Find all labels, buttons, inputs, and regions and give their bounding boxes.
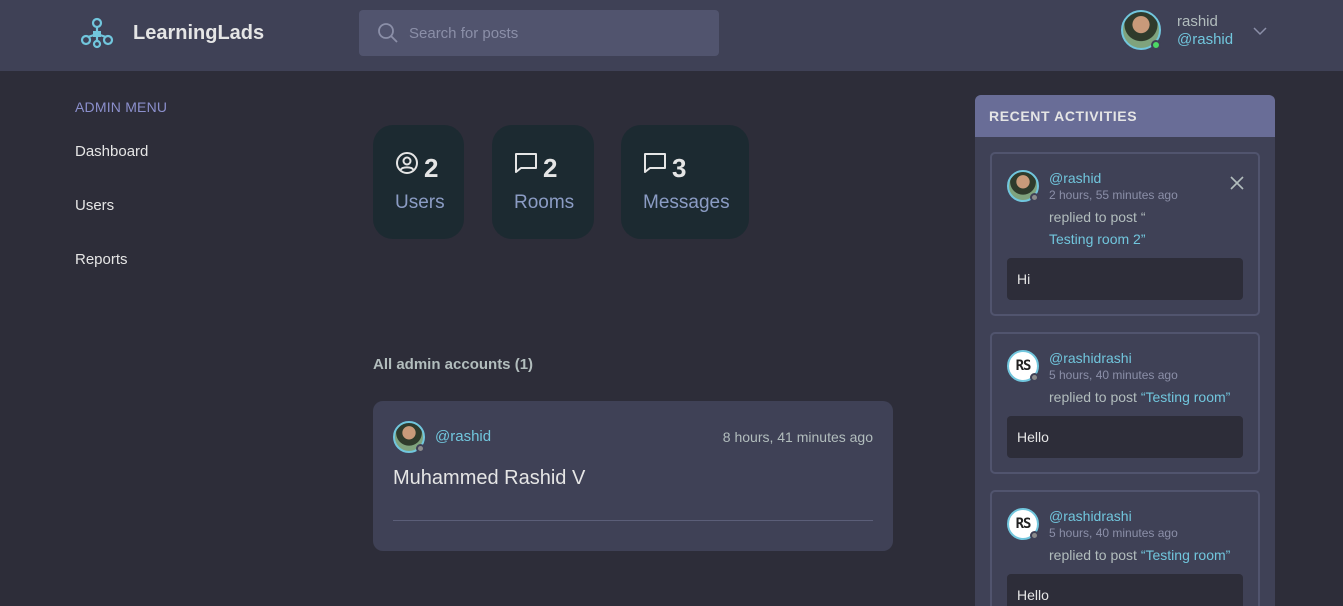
stat-count: 2 (543, 153, 558, 183)
activity-item: @rashid 2 hours, 55 minutes ago replied … (990, 152, 1260, 316)
user-menu[interactable]: rashid @rashid (1121, 10, 1271, 52)
post-link-quote: ” (1140, 231, 1146, 247)
post-link[interactable]: Testing room 2 (1049, 231, 1141, 247)
avatar-initials-graphic: RS (1015, 516, 1032, 532)
chat-bubble-icon (515, 153, 537, 173)
search-input[interactable] (409, 10, 709, 56)
activity-description: replied to post “Testing room” (1049, 386, 1254, 408)
activity-timestamp: 2 hours, 55 minutes ago (1049, 188, 1178, 202)
activity-description: replied to post “Testing room” (1049, 544, 1254, 566)
stat-card-rooms[interactable]: 2 Rooms (492, 125, 594, 239)
activity-message-text: Hi (1017, 271, 1031, 287)
account-timestamp: 8 hours, 41 minutes ago (722, 429, 873, 445)
top-header: LearningLads rashid @rashid (0, 0, 1343, 71)
activity-item: RS @rashidrashi 5 hours, 40 minutes ago … (990, 490, 1260, 606)
sidebar-item-reports[interactable]: Reports (75, 251, 128, 268)
sidebar-item-users[interactable]: Users (75, 197, 114, 214)
stat-label: Rooms (514, 192, 575, 213)
activity-message-text: Hello (1017, 429, 1049, 445)
activity-message: Hi (1007, 258, 1243, 300)
stat-label: Users (395, 192, 445, 213)
stat-label: Messages (643, 192, 730, 213)
account-full-name: Muhammed Rashid V (393, 467, 586, 489)
activity-message: Hello (1007, 416, 1243, 458)
close-icon[interactable] (1230, 176, 1244, 190)
activity-action: replied to post (1049, 547, 1141, 563)
avatar[interactable] (393, 421, 425, 453)
accounts-title: All admin accounts (1) (373, 356, 534, 373)
avatar[interactable]: RS (1007, 350, 1039, 382)
activity-handle-link[interactable]: @rashidrashi (1049, 508, 1132, 524)
user-circle-icon (396, 152, 418, 174)
activity-timestamp: 5 hours, 40 minutes ago (1049, 368, 1178, 382)
sidebar-item-dashboard[interactable]: Dashboard (75, 143, 148, 160)
avatar[interactable]: RS (1007, 508, 1039, 540)
activities-title: RECENT ACTIVITIES (989, 108, 1138, 124)
admin-menu-title: ADMIN MENU (75, 99, 168, 115)
activity-message-text: Hello (1017, 587, 1049, 603)
post-link[interactable]: “Testing room” (1141, 389, 1230, 405)
activity-timestamp: 5 hours, 40 minutes ago (1049, 526, 1178, 540)
status-dot (416, 444, 425, 453)
stat-card-users[interactable]: 2 Users (373, 125, 464, 239)
activity-handle-link[interactable]: @rashid (1049, 170, 1101, 186)
stat-card-messages[interactable]: 3 Messages (621, 125, 749, 239)
logo[interactable]: LearningLads (80, 16, 264, 50)
account-card: @rashid 8 hours, 41 minutes ago Muhammed… (373, 401, 893, 551)
divider (393, 520, 873, 521)
status-dot (1030, 193, 1039, 202)
recent-activities-panel: RECENT ACTIVITIES @rashid 2 hours, 55 mi… (975, 95, 1275, 606)
activity-action: replied to post “ (1049, 209, 1146, 225)
activity-handle-link[interactable]: @rashidrashi (1049, 350, 1132, 366)
search-icon (378, 23, 398, 43)
activity-message: Hello (1007, 574, 1243, 606)
online-status-dot (1151, 40, 1161, 50)
user-name: rashid (1177, 13, 1218, 30)
chevron-down-icon[interactable] (1251, 22, 1269, 40)
avatar (1121, 10, 1161, 50)
activity-action: replied to post (1049, 389, 1141, 405)
activity-item: RS @rashidrashi 5 hours, 40 minutes ago … (990, 332, 1260, 474)
stat-count: 2 (424, 153, 439, 183)
status-dot (1030, 531, 1039, 540)
user-handle: @rashid (1177, 31, 1234, 48)
stat-count: 3 (672, 153, 687, 183)
search-bar (359, 10, 719, 56)
activities-header: RECENT ACTIVITIES (975, 95, 1275, 137)
chat-bubble-icon (644, 153, 666, 173)
account-handle-link[interactable]: @rashid (435, 428, 491, 445)
logo-icon (80, 17, 114, 49)
activity-description: replied to post “ Testing room 2” (1049, 206, 1254, 250)
brand-name: LearningLads (133, 22, 265, 44)
post-link[interactable]: “Testing room” (1141, 547, 1230, 563)
status-dot (1030, 373, 1039, 382)
avatar-initials-graphic: RS (1015, 358, 1032, 374)
avatar[interactable] (1007, 170, 1039, 202)
